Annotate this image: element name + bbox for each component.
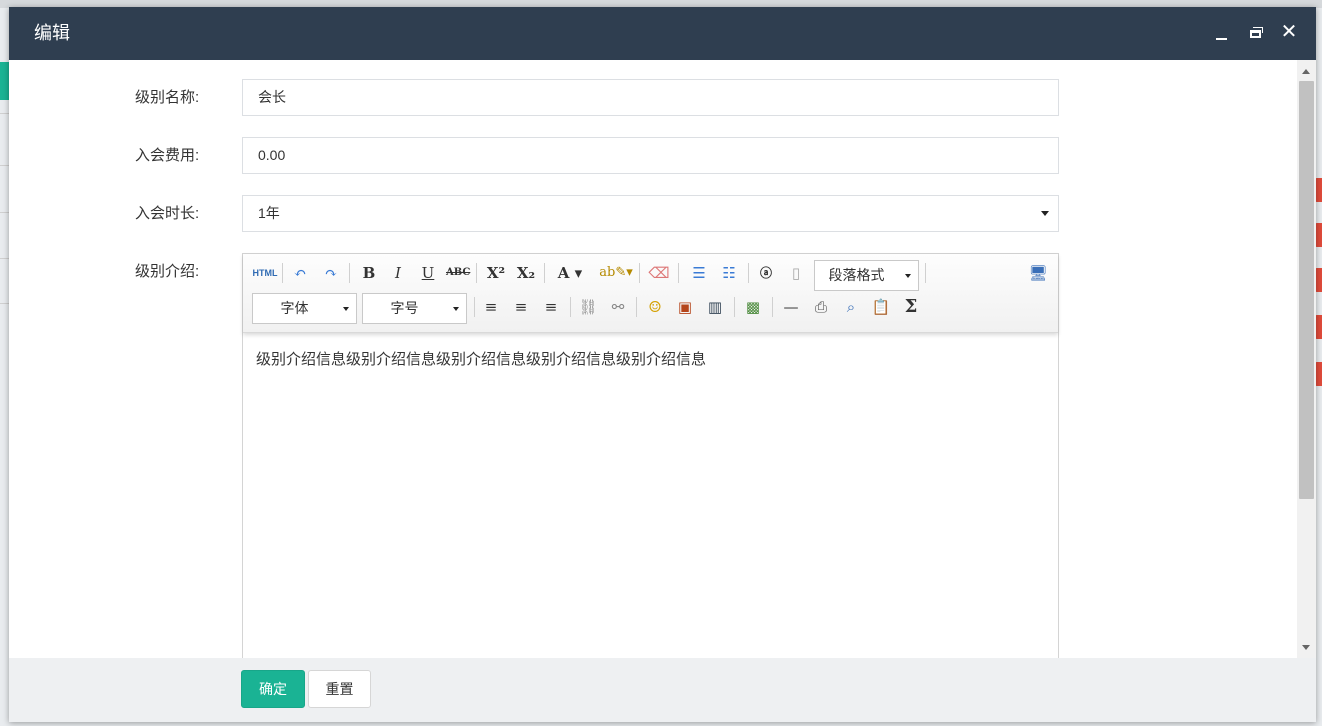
align-right-icon[interactable]: ≡ xyxy=(539,296,563,318)
editor-content[interactable]: 级别介绍信息级别介绍信息级别介绍信息级别介绍信息级别介绍信息 xyxy=(256,348,706,369)
toolbar-separator xyxy=(925,263,926,283)
background-active-tab xyxy=(0,62,9,100)
join-fee-input[interactable]: 0.00 xyxy=(242,137,1059,174)
vertical-scrollbar[interactable] xyxy=(1297,60,1316,658)
intro-label: 级别介绍: xyxy=(135,263,200,280)
toolbar-separator xyxy=(678,263,679,283)
chevron-down-icon xyxy=(453,307,459,311)
chevron-down-icon xyxy=(343,307,349,311)
close-icon[interactable]: ✕ xyxy=(1279,22,1299,42)
font-color-icon[interactable]: A ▾ xyxy=(552,262,588,284)
background-divider xyxy=(0,113,9,114)
toolbar-separator xyxy=(748,263,749,283)
toolbar-separator xyxy=(639,263,640,283)
background-divider xyxy=(0,165,9,166)
toolbar-separator xyxy=(349,263,350,283)
background-divider xyxy=(0,258,9,259)
strikethrough-icon[interactable]: ABC xyxy=(446,262,470,284)
duration-select[interactable]: 1年 xyxy=(242,195,1059,232)
minimize-icon[interactable] xyxy=(1211,24,1231,44)
toolbar-separator xyxy=(570,297,571,317)
reset-button[interactable]: 重置 xyxy=(308,670,371,708)
dialog-body: 级别名称: 会长 入会费用: 0.00 入会时长: 1年 级别介绍: HTML … xyxy=(9,60,1297,658)
join-fee-label: 入会费用: xyxy=(135,147,200,164)
fullscreen-icon[interactable]: 🖥 xyxy=(1026,262,1050,284)
toolbar-separator xyxy=(282,263,283,283)
toolbar-separator xyxy=(474,297,475,317)
toolbar-separator xyxy=(636,297,637,317)
italic-icon[interactable]: I xyxy=(386,262,410,284)
dialog-title: 编辑 xyxy=(34,23,70,43)
eraser-icon[interactable]: ⌫ xyxy=(647,262,671,284)
underline-icon[interactable]: U xyxy=(416,262,440,284)
formula-icon[interactable]: Σ xyxy=(899,296,923,318)
unordered-list-icon[interactable]: ☷ xyxy=(717,262,741,284)
html-source-icon[interactable]: HTML xyxy=(251,262,279,284)
page-icon[interactable]: ▯ xyxy=(784,262,808,284)
scroll-down-icon[interactable] xyxy=(1302,645,1310,650)
chevron-down-icon xyxy=(905,274,911,278)
level-name-label: 级别名称: xyxy=(135,89,200,106)
editor-toolbar: HTML ↶ ↷ B I U ABC X² X₂ A ▾ ab✎▾ ⌫ ☰ ☷ xyxy=(243,254,1058,333)
emoji-icon[interactable]: ☺ xyxy=(643,296,667,318)
background-row-button xyxy=(1315,268,1322,292)
background-row-button xyxy=(1315,315,1322,339)
image-map-icon[interactable]: ▩ xyxy=(741,296,765,318)
confirm-button[interactable]: 确定 xyxy=(241,670,305,708)
align-center-icon[interactable]: ≡ xyxy=(509,296,533,318)
dialog-header: 编辑 ✕ xyxy=(9,7,1316,60)
paragraph-format-select[interactable]: 段落格式 xyxy=(814,260,919,291)
font-family-select[interactable]: 字体 xyxy=(252,293,357,324)
background-divider xyxy=(0,212,9,213)
scroll-up-icon[interactable] xyxy=(1302,69,1310,74)
duration-selected-value: 1年 xyxy=(258,205,280,221)
background-row-button xyxy=(1315,223,1322,247)
preview-icon[interactable]: ⌕ xyxy=(839,296,863,318)
subscript-icon[interactable]: X₂ xyxy=(514,262,538,284)
highlight-color-icon[interactable]: ab✎▾ xyxy=(597,262,635,284)
edit-dialog: 编辑 ✕ 级别名称: 会长 入会费用: 0.00 入会时长: 1年 级别介绍: … xyxy=(9,7,1316,722)
dialog-footer: 确定 重置 xyxy=(9,658,1316,722)
unlink-icon[interactable]: ⚯ xyxy=(606,296,630,318)
duration-label: 入会时长: xyxy=(135,205,200,222)
link-icon[interactable]: ⛓ xyxy=(576,296,600,318)
bold-icon[interactable]: B xyxy=(357,262,381,284)
rich-text-editor: HTML ↶ ↷ B I U ABC X² X₂ A ▾ ab✎▾ ⌫ ☰ ☷ xyxy=(242,253,1059,658)
toolbar-separator xyxy=(772,297,773,317)
paragraph-format-label: 段落格式 xyxy=(828,267,885,283)
background-row-button xyxy=(1315,362,1322,386)
chevron-down-icon xyxy=(1041,211,1049,216)
font-size-select[interactable]: 字号 xyxy=(362,293,467,324)
anchor-icon[interactable]: ⓐ xyxy=(754,262,778,284)
paste-icon[interactable]: 📋 xyxy=(869,296,893,318)
ordered-list-icon[interactable]: ☰ xyxy=(687,262,711,284)
print-icon[interactable]: ⎙ xyxy=(809,296,833,318)
video-icon[interactable]: ▥ xyxy=(703,296,727,318)
image-icon[interactable]: ▣ xyxy=(673,296,697,318)
scroll-thumb[interactable] xyxy=(1299,81,1314,499)
undo-icon[interactable]: ↶ xyxy=(288,262,312,284)
background-divider xyxy=(0,303,9,304)
superscript-icon[interactable]: X² xyxy=(484,262,508,284)
toolbar-separator xyxy=(734,297,735,317)
font-family-label: 字体 xyxy=(280,300,309,316)
toolbar-separator xyxy=(476,263,477,283)
background-row-button xyxy=(1315,178,1322,202)
horizontal-rule-icon[interactable]: — xyxy=(779,296,803,318)
maximize-icon[interactable] xyxy=(1246,24,1266,44)
redo-icon[interactable]: ↷ xyxy=(319,262,343,284)
font-size-label: 字号 xyxy=(390,300,419,316)
toolbar-separator xyxy=(544,263,545,283)
level-name-input[interactable]: 会长 xyxy=(242,79,1059,116)
align-left-icon[interactable]: ≡ xyxy=(479,296,503,318)
